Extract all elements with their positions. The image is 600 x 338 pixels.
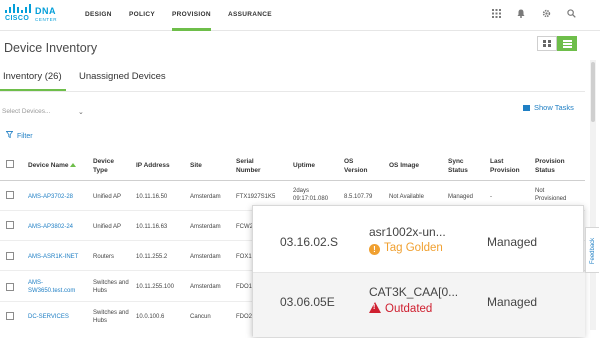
brand-product: DNA <box>35 6 56 16</box>
row-checkbox[interactable] <box>6 312 14 320</box>
feedback-label: Feedback <box>590 237 596 265</box>
filter-button[interactable]: Filter <box>5 131 33 140</box>
header-sync-status[interactable]: Sync Status <box>448 157 474 175</box>
show-tasks-button[interactable]: Show Tasks <box>523 103 574 112</box>
serial-number-cell: FDO1 <box>236 284 253 290</box>
serial-number-cell: FCW2 <box>236 224 253 230</box>
header-serial-number[interactable]: Serial Number <box>236 157 272 175</box>
site-cell: Amsterdam <box>190 254 221 260</box>
callout-image-tag[interactable]: ! Tag Golden <box>369 242 443 255</box>
ip-address-cell: 10.11.16.63 <box>136 224 168 230</box>
info-circle-icon: ! <box>369 244 380 255</box>
ip-address-cell: 10.11.255.100 <box>136 284 174 290</box>
row-checkbox[interactable] <box>6 252 14 260</box>
select-devices-placeholder: Select Devices... <box>2 108 51 115</box>
site-cell: Amsterdam <box>190 194 221 200</box>
header-ip-address[interactable]: IP Address <box>136 161 170 170</box>
filter-label: Filter <box>17 133 33 140</box>
header-site[interactable]: Site <box>190 161 202 170</box>
callout-os-version: 03.16.02.S <box>280 235 339 249</box>
header-provision-status[interactable]: Provision Status <box>535 157 575 175</box>
ip-address-cell: 10.11.16.50 <box>136 194 168 200</box>
filter-icon <box>5 131 14 140</box>
os-version-cell: 8.5.107.79 <box>344 194 373 200</box>
search-icon[interactable] <box>565 9 577 21</box>
select-all-checkbox[interactable] <box>6 160 14 168</box>
device-name-link[interactable]: AMS-AP3702-28 <box>28 193 73 201</box>
nav-policy[interactable]: POLICY <box>129 11 155 18</box>
apps-grid-icon[interactable] <box>490 9 502 21</box>
device-type-cell: Unified AP <box>93 224 122 230</box>
top-navigation-bar: CISCO DNA CENTER DESIGN POLICY PROVISION… <box>0 0 600 31</box>
header-device-name[interactable]: Device Name <box>28 161 77 170</box>
site-cell: Cancun <box>190 314 211 320</box>
device-type-cell: Unified AP <box>93 194 122 200</box>
callout-image-tag[interactable]: ! Outdated <box>369 302 432 315</box>
last-provision-cell: - <box>490 194 492 200</box>
sort-ascending-icon <box>70 163 77 168</box>
device-name-link[interactable]: DC-SERVICES <box>28 313 69 321</box>
callout-os-version: 03.06.05E <box>280 295 335 309</box>
scrollbar-thumb[interactable] <box>591 62 595 122</box>
tab-inventory[interactable]: Inventory (26) <box>3 71 62 82</box>
header-divider <box>0 180 585 181</box>
list-view-icon <box>563 40 572 48</box>
nav-assurance[interactable]: ASSURANCE <box>228 11 272 18</box>
show-tasks-label: Show Tasks <box>534 103 574 112</box>
serial-number-cell: FOX1 <box>236 254 252 260</box>
cisco-dna-center-logo[interactable]: CISCO DNA CENTER <box>5 4 63 26</box>
provision-status-cell: Not Provisioned <box>535 188 567 202</box>
header-last-provision[interactable]: Last Provision <box>490 157 526 175</box>
select-devices-dropdown[interactable]: Select Devices... ⌄ <box>2 108 84 120</box>
sync-status-cell: Managed <box>448 194 474 200</box>
callout-sync-status: Managed <box>487 295 538 309</box>
chevron-down-icon: ⌄ <box>78 109 84 116</box>
device-type-cell: Switches and Hubs <box>93 280 129 294</box>
row-checkbox[interactable] <box>6 191 14 199</box>
brand-company: CISCO <box>5 15 30 22</box>
serial-number-cell: FTX1927S1K5 <box>236 194 276 200</box>
site-cell: Amsterdam <box>190 284 221 290</box>
device-name-link[interactable]: AMS-ASR1K-INET <box>28 253 78 261</box>
site-cell: Amsterdam <box>190 224 221 230</box>
callout-sync-status: Managed <box>487 235 538 249</box>
cisco-bars-icon <box>5 4 35 13</box>
tasks-icon <box>523 105 530 112</box>
page-title: Device Inventory <box>4 41 98 55</box>
header-os-version[interactable]: OS Version <box>344 157 374 175</box>
device-type-cell: Switches and Hubs <box>93 310 129 324</box>
uptime-cell: 2days 09:17:01.080 <box>293 188 329 202</box>
row-checkbox[interactable] <box>6 221 14 229</box>
tab-unassigned-devices[interactable]: Unassigned Devices <box>79 71 166 82</box>
nav-active-indicator <box>172 28 211 31</box>
callout-os-image[interactable]: asr1002x-un... <box>369 225 446 239</box>
bell-icon[interactable] <box>515 9 527 21</box>
ip-address-cell: 10.11.255.2 <box>136 254 168 260</box>
serial-number-cell: FDO2 <box>236 314 253 320</box>
row-checkbox[interactable] <box>6 283 14 291</box>
device-type-cell: Routers <box>93 254 115 260</box>
callout-divider <box>253 272 585 273</box>
list-view-toggle[interactable] <box>557 36 577 51</box>
device-name-link[interactable]: AMS-SW3650.test.com <box>28 279 84 295</box>
header-device-type[interactable]: Device Type <box>93 157 129 175</box>
os-image-zoom-callout: 03.16.02.S asr1002x-un... ! Tag Golden Ma… <box>252 205 585 337</box>
header-os-image[interactable]: OS Image <box>389 161 419 170</box>
nav-provision[interactable]: PROVISION <box>172 11 211 18</box>
device-name-link[interactable]: AMS-AP3802-24 <box>28 223 73 231</box>
header-uptime[interactable]: Uptime <box>293 161 315 170</box>
tabs-divider <box>0 91 585 92</box>
ip-address-cell: 10.0.100.6 <box>136 314 165 320</box>
feedback-tab[interactable]: Feedback <box>585 227 599 273</box>
os-image-cell: Not Available <box>389 194 424 200</box>
warning-triangle-icon: ! <box>369 302 381 313</box>
brand-product-sub: CENTER <box>35 17 58 22</box>
callout-os-image[interactable]: CAT3K_CAA[0... <box>369 285 458 299</box>
grid-view-toggle[interactable] <box>537 36 557 51</box>
grid-view-icon <box>543 40 552 48</box>
nav-design[interactable]: DESIGN <box>85 11 112 18</box>
gear-icon[interactable] <box>540 9 552 21</box>
